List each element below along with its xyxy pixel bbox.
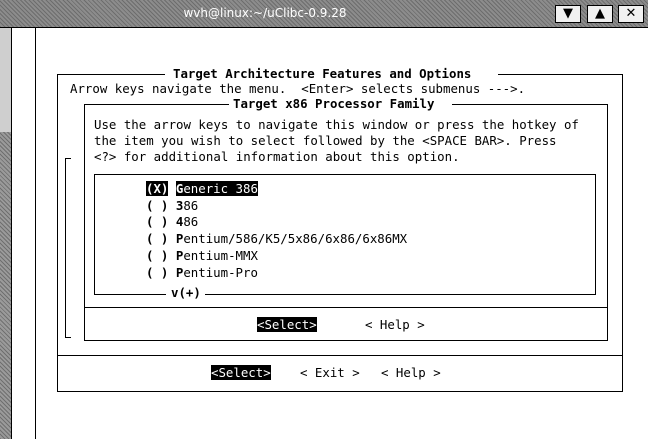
option-pentium-pro[interactable]: ( ) Pentium-Pro [146, 266, 258, 280]
option-label: eneric 386 [183, 181, 258, 196]
option-mark: ( ) [146, 198, 169, 213]
outer-help-line: Arrow keys navigate the menu. <Enter> se… [70, 81, 526, 96]
window-maximize-button[interactable]: ▲ [587, 5, 613, 23]
gutter-divider [35, 28, 36, 439]
dialog-instruction-3: <?> for additional information about thi… [94, 149, 460, 164]
window-title: wvh@linux:~/uClibc-0.9.28 [183, 6, 347, 20]
window-menu-button[interactable]: ▼ [555, 5, 581, 23]
scrollbar-thumb[interactable] [0, 132, 11, 439]
dialog-title: Target x86 Processor Family [233, 96, 435, 111]
option-mark: ( ) [146, 214, 169, 229]
option-label: 86 [183, 198, 199, 213]
dialog-instruction-2: the item you wish to select followed by … [94, 133, 557, 148]
window-titlebar[interactable]: wvh@linux:~/uClibc-0.9.28 ▼ ▲ ✕ [0, 0, 648, 28]
option-mark: ( ) [146, 231, 169, 246]
more-items-indicator: v(+) [171, 285, 201, 300]
option-label: entium-MMX [183, 248, 258, 263]
option-generic-386[interactable]: (X) Generic 386 [146, 181, 258, 196]
option-486[interactable]: ( ) 486 [146, 215, 198, 229]
dialog-instruction-1: Use the arrow keys to navigate this wind… [94, 117, 579, 132]
left-scrollbar[interactable] [0, 28, 12, 439]
dialog-help-button[interactable]: < Help > [365, 318, 425, 332]
option-386[interactable]: ( ) 386 [146, 199, 198, 213]
outer-dialog-title: Target Architecture Features and Options [173, 66, 472, 81]
option-mark: ( ) [146, 265, 169, 280]
option-label: entium/586/K5/5x86/6x86/6x86MX [183, 231, 408, 246]
select-button[interactable]: <Select> [211, 365, 271, 380]
option-pentium-mmx[interactable]: ( ) Pentium-MMX [146, 249, 258, 263]
option-label: entium-Pro [183, 265, 258, 280]
window-close-button[interactable]: ✕ [618, 5, 644, 23]
help-button[interactable]: < Help > [381, 366, 441, 380]
exit-button[interactable]: < Exit > [300, 366, 360, 380]
option-mark: (X) [146, 181, 169, 196]
option-label: 86 [183, 214, 199, 229]
dialog-select-button[interactable]: <Select> [257, 317, 317, 332]
option-pentium[interactable]: ( ) Pentium/586/K5/5x86/6x86/6x86MX [146, 232, 407, 246]
option-mark: ( ) [146, 248, 169, 263]
